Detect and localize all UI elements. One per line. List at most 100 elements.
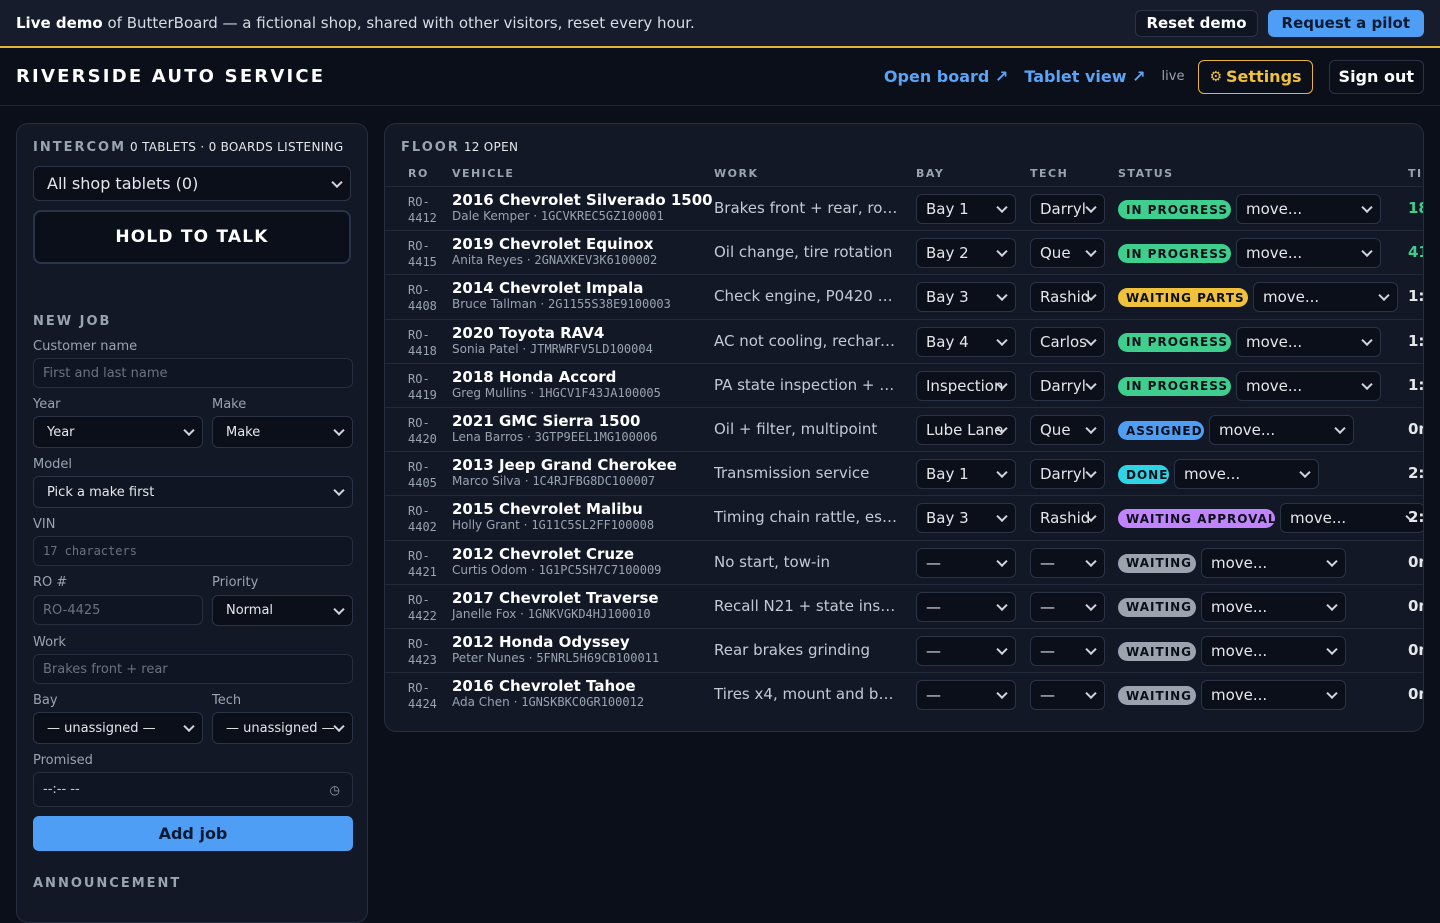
ro-number: RO- 4415: [408, 239, 437, 270]
column-header-status: STATUS: [1118, 167, 1174, 180]
move-select[interactable]: move...: [1201, 636, 1346, 666]
tech-select[interactable]: Rashid: [1030, 503, 1105, 534]
work-description: Recall N21 + state insp...: [714, 596, 902, 615]
tech-select[interactable]: Darryl: [1030, 459, 1105, 490]
elapsed-time: 0m: [1408, 596, 1423, 615]
bay-select[interactable]: — unassigned —: [33, 712, 203, 744]
priority-select[interactable]: Normal: [212, 595, 353, 626]
model-select[interactable]: Pick a make first: [33, 476, 353, 508]
job-row[interactable]: RO- 4405 2013 Jeep Grand Cherokee Marco Sil…: [385, 451, 1423, 495]
move-select[interactable]: move...: [1174, 459, 1319, 490]
vin-label: VIN: [33, 517, 56, 532]
ro-number: RO- 4420: [408, 416, 437, 446]
vin-input[interactable]: 17 characters: [33, 536, 353, 566]
move-select[interactable]: move...: [1236, 326, 1381, 357]
tech-select[interactable]: Darryl: [1030, 370, 1105, 401]
clock-icon[interactable]: ◷: [330, 783, 340, 797]
tech-select[interactable]: —: [1030, 547, 1105, 578]
bay-select[interactable]: —: [916, 680, 1016, 711]
job-row[interactable]: RO- 4402 2015 Chevrolet Malibu Holly Grant …: [385, 495, 1424, 539]
job-row[interactable]: RO- 4415 2019 Chevrolet Equinox Anita Reyes…: [385, 230, 1423, 274]
job-row[interactable]: RO- 4422 2017 Chevrolet Traverse Janelle Fo…: [385, 583, 1423, 628]
intercom-target-select[interactable]: All shop tablets (0): [33, 166, 351, 201]
intercom-heading: INTERCOM 0 TABLETS · 0 BOARDS LISTENING: [33, 140, 344, 155]
ro-number: RO- 4412: [408, 195, 437, 225]
vehicle-name: 2018 Honda Accord: [452, 367, 617, 386]
job-row[interactable]: RO- 4421 2012 Chevrolet Cruze Curtis Odom ·…: [385, 539, 1423, 584]
job-row[interactable]: RO- 4419 2018 Honda Accord Greg Mullins · 1…: [385, 362, 1424, 407]
year-select[interactable]: Year: [33, 416, 203, 448]
settings-label: Settings: [1226, 67, 1302, 86]
tech-select[interactable]: —: [1030, 591, 1105, 622]
tech-select[interactable]: Darryl: [1030, 194, 1105, 224]
column-header-vehicle: VEHICLE: [452, 167, 515, 180]
bay-select[interactable]: —: [916, 636, 1016, 666]
move-select[interactable]: move...: [1253, 282, 1398, 313]
demo-banner: Live demo of ButterBoard — a fictional s…: [0, 0, 1440, 48]
work-description: Brakes front + rear, rot...: [714, 199, 902, 217]
ro-number: RO- 4418: [408, 327, 437, 358]
add-job-button[interactable]: Add job: [33, 816, 353, 851]
bay-select[interactable]: —: [916, 547, 1016, 578]
bay-select[interactable]: Lube Lane: [916, 415, 1016, 445]
bay-select[interactable]: Bay 4: [916, 326, 1016, 357]
tech-select[interactable]: —: [1030, 636, 1105, 666]
bay-select[interactable]: Bay 1: [916, 194, 1016, 224]
job-row[interactable]: RO- 4420 2021 GMC Sierra 1500 Lena Barros ·…: [385, 407, 1423, 451]
move-select[interactable]: move...: [1201, 591, 1346, 622]
hold-to-talk-button[interactable]: HOLD TO TALK: [33, 210, 351, 264]
job-row[interactable]: RO- 4424 2016 Chevrolet Tahoe Ada Chen · 1G…: [385, 672, 1423, 716]
customer-name-input[interactable]: First and last name: [33, 358, 353, 388]
ro-number-input[interactable]: RO-4425: [33, 595, 203, 625]
job-row[interactable]: RO- 4408 2014 Chevrolet Impala Bruce Tallma…: [385, 274, 1423, 318]
tech-select[interactable]: Carlos: [1030, 326, 1105, 357]
work-description: Check engine, P0420 di...: [714, 287, 902, 306]
job-row[interactable]: RO- 4423 2012 Honda Odyssey Peter Nunes · 5…: [385, 628, 1423, 672]
bay-select[interactable]: Inspection: [916, 370, 1016, 401]
sign-out-button[interactable]: Sign out: [1328, 59, 1424, 94]
move-select[interactable]: move...: [1201, 680, 1346, 711]
elapsed-time: 0m: [1408, 420, 1423, 438]
elapsed-time: 1:: [1408, 375, 1424, 394]
elapsed-time: 0m: [1408, 552, 1423, 571]
move-select[interactable]: move...: [1236, 194, 1381, 224]
tech-select[interactable]: — unassigned —: [212, 712, 353, 744]
elapsed-time: 0m: [1408, 685, 1423, 704]
move-select[interactable]: move...: [1201, 547, 1346, 578]
customer-vin: Peter Nunes · 5FNRL5H69CB100011: [452, 651, 660, 665]
status-badge: IN PROGRESS: [1118, 244, 1231, 264]
move-select[interactable]: move...: [1236, 238, 1381, 269]
work-description: Oil + filter, multipoint: [714, 420, 878, 438]
job-row[interactable]: RO- 4412 2016 Chevrolet Silverado 1500 Dale…: [385, 186, 1423, 230]
status-badge: ASSIGNED: [1118, 421, 1204, 440]
bay-select[interactable]: Bay 2: [916, 238, 1016, 269]
move-select[interactable]: move...: [1209, 415, 1354, 445]
app-header: RIVERSIDE AUTO SERVICE Open board ↗ Tabl…: [0, 48, 1440, 106]
ro-number: RO- 4402: [408, 504, 437, 535]
reset-demo-button[interactable]: Reset demo: [1135, 9, 1258, 37]
tech-select[interactable]: Que: [1030, 415, 1105, 445]
bay-select[interactable]: Bay 1: [916, 459, 1016, 490]
request-pilot-button[interactable]: Request a pilot: [1267, 9, 1424, 37]
shop-name: RIVERSIDE AUTO SERVICE: [16, 66, 326, 87]
settings-button[interactable]: ⚙ Settings: [1198, 59, 1313, 94]
promised-time-input[interactable]: --:-- -- ◷: [33, 772, 353, 807]
tech-select[interactable]: Que: [1030, 238, 1105, 269]
elapsed-time: 2:: [1408, 508, 1424, 527]
tech-select[interactable]: Rashid: [1030, 282, 1105, 313]
bay-select[interactable]: Bay 3: [916, 282, 1016, 313]
open-board-link[interactable]: Open board ↗: [884, 67, 1008, 86]
move-select[interactable]: move...: [1236, 370, 1381, 401]
ro-number: RO- 4422: [408, 592, 437, 623]
tech-select[interactable]: —: [1030, 680, 1105, 711]
customer-vin: Sonia Patel · JTMRWRFV5LD100004: [452, 341, 653, 356]
tablet-view-link[interactable]: Tablet view ↗: [1024, 67, 1145, 86]
work-input[interactable]: Brakes front + rear: [33, 654, 353, 684]
job-row[interactable]: RO- 4418 2020 Toyota RAV4 Sonia Patel · JTM…: [385, 318, 1423, 363]
move-select[interactable]: move...: [1280, 503, 1423, 534]
bay-select[interactable]: Bay 3: [916, 503, 1016, 534]
column-header-ro: RO: [408, 167, 429, 180]
open-count: 12 OPEN: [463, 140, 519, 154]
bay-select[interactable]: —: [916, 591, 1016, 622]
make-select[interactable]: Make: [212, 416, 353, 448]
